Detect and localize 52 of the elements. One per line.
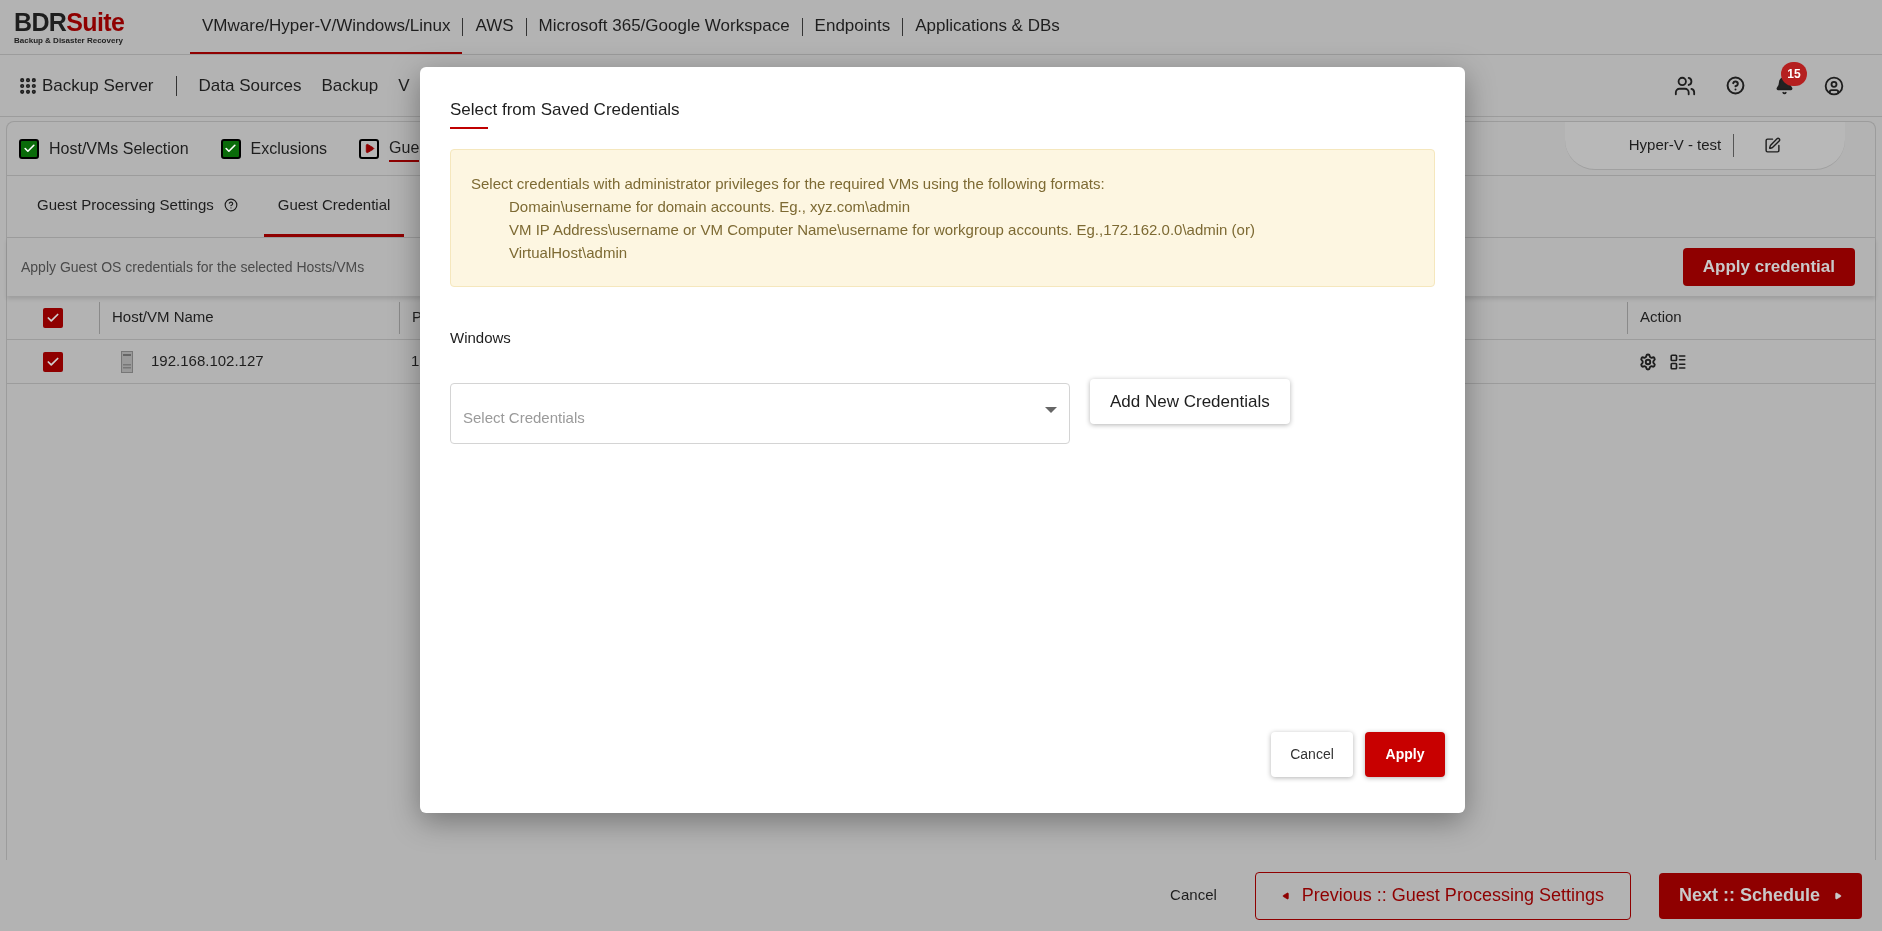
gear-icon[interactable] xyxy=(1639,352,1657,371)
logo-tagline: Backup & Disaster Recovery xyxy=(14,36,124,45)
section-label: Windows xyxy=(450,327,511,348)
column-header: Action xyxy=(1640,307,1682,328)
help-icon[interactable] xyxy=(1726,76,1745,95)
previous-button[interactable]: Previous :: Guest Processing Settings xyxy=(1254,871,1631,920)
caret-icon xyxy=(1281,891,1290,900)
dialog-title: Select from Saved Credentials xyxy=(450,99,680,121)
check-icon xyxy=(19,138,39,159)
sub-tab[interactable]: Guest Processing Settings xyxy=(35,176,240,237)
apply-button[interactable]: Apply xyxy=(1365,732,1445,777)
play-icon xyxy=(359,138,380,159)
dropdown-icon xyxy=(1045,407,1057,413)
list-icon[interactable] xyxy=(1669,352,1687,371)
server-icon xyxy=(121,350,133,373)
nav-tab[interactable]: Applications & DBs xyxy=(903,0,1072,54)
instruction-text: Apply Guest OS credentials for the selected Hosts/VMs xyxy=(21,257,365,277)
caret-icon xyxy=(1834,891,1842,900)
checkbox[interactable] xyxy=(43,307,63,328)
table-cell: 1 xyxy=(411,352,420,370)
toolbar-link[interactable]: Data Sources xyxy=(198,72,302,99)
toolbar-link[interactable]: V xyxy=(398,72,410,99)
cancel-button[interactable]: Cancel xyxy=(1170,884,1217,907)
toolbar-link[interactable]: Backup xyxy=(321,72,379,99)
cancel-button[interactable]: Cancel xyxy=(1271,732,1353,777)
nav-tab[interactable]: Microsoft 365/Google Workspace xyxy=(526,0,802,54)
checkbox[interactable] xyxy=(43,351,63,372)
step-label[interactable]: Exclusions xyxy=(250,136,328,161)
add-credentials-button[interactable]: Add New Credentials xyxy=(1090,379,1290,424)
app-title: Backup Server xyxy=(42,74,154,97)
logo-text: BDRSuite xyxy=(14,9,126,35)
user-icon[interactable] xyxy=(1824,75,1844,96)
nav-tab[interactable]: VMware/Hyper-V/Windows/Linux xyxy=(190,0,463,54)
info-text: VirtualHost\admin xyxy=(508,242,629,263)
nav-tab[interactable]: Endpoints xyxy=(802,0,903,54)
info-text: VM IP Address\username or VM Computer Name\username for workgroup accounts. Eg.,172.162.0.0\admin (or) xyxy=(508,219,1256,240)
job-name: Hyper-V - test xyxy=(1628,134,1735,157)
column-header: Host/VM Name xyxy=(112,307,214,328)
nav-tab[interactable]: AWS xyxy=(463,0,526,54)
edit-icon[interactable] xyxy=(1764,137,1782,154)
info-text: Select credentials with administrator privileges for the required VMs using the following formats: xyxy=(471,173,1106,194)
apply-credential-button[interactable]: Apply credential xyxy=(1682,248,1855,286)
help-icon[interactable] xyxy=(223,198,238,212)
info-text: Domain\username for domain accounts. Eg., xyz.com\admin xyxy=(508,196,911,217)
step-label[interactable]: Host/VMs Selection xyxy=(49,136,189,161)
next-button[interactable]: Next :: Schedule xyxy=(1658,872,1862,919)
table-cell-text: 192.168.102.127 xyxy=(151,351,264,372)
check-icon xyxy=(220,138,241,159)
notification-badge: 15 xyxy=(1781,62,1807,86)
sub-tab[interactable]: Guest Credential xyxy=(263,176,405,237)
users-icon[interactable] xyxy=(1674,74,1696,97)
grid-icon[interactable] xyxy=(18,75,38,96)
